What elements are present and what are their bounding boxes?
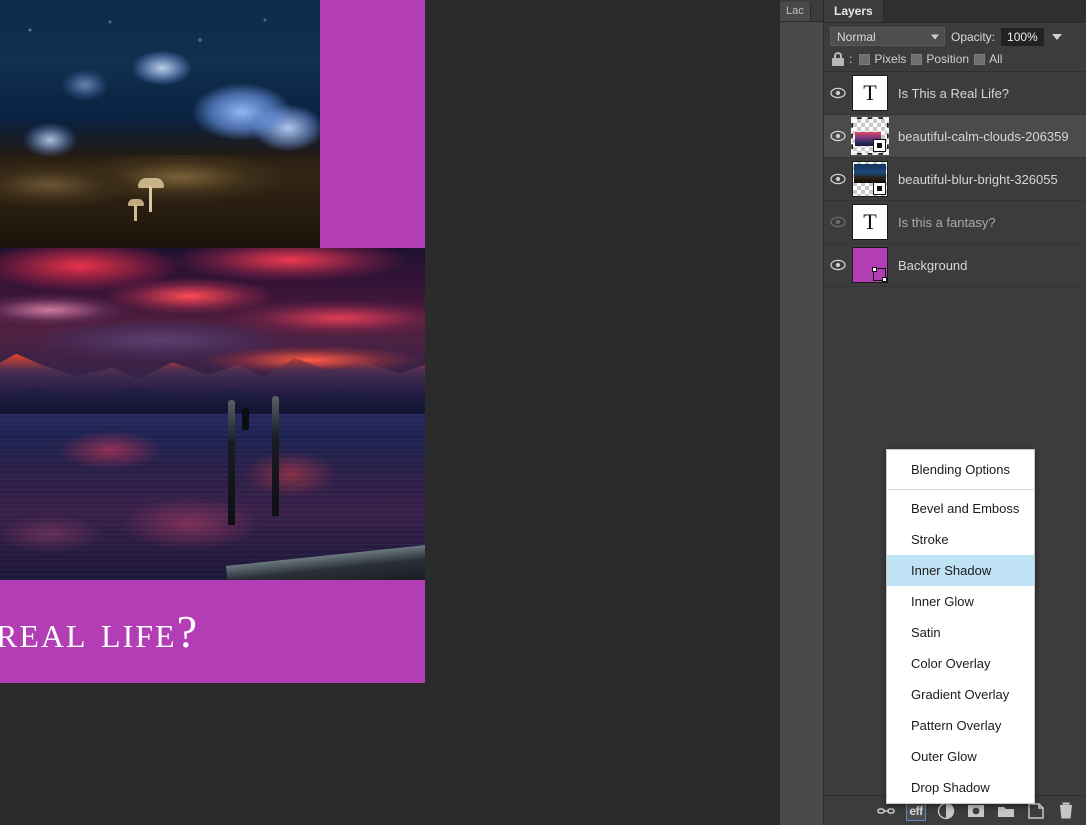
checkbox-icon [911,53,923,65]
opacity-input[interactable]: 100% [1001,27,1044,46]
menu-item-label: Inner Shadow [911,563,992,578]
side-dock-body [780,22,823,825]
person-silhouette [242,408,249,430]
layer-effects-context-menu[interactable]: Blending Options Bevel and Emboss Stroke… [886,449,1035,804]
text-layer-icon: T [863,209,877,234]
dock-post-right [272,396,279,516]
eye-icon[interactable] [824,173,852,185]
blend-mode-row: Normal Opacity: 100% [824,23,1086,50]
opacity-chevron-down-icon[interactable] [1051,33,1062,40]
menu-separator [887,489,1034,490]
menu-item-label: Bevel and Emboss [911,501,1020,516]
layer-mask-icon [873,182,886,195]
dock-post-left [228,400,235,525]
layer-name[interactable]: beautiful-calm-clouds-206359 [898,129,1073,144]
checkbox-icon [974,53,986,65]
photo-editor-window: Real Life? Lac Layers Normal Opacity: 10… [0,0,1086,825]
transform-badge-icon [872,267,887,282]
menu-item-label: Blending Options [911,462,1011,477]
layer-name[interactable]: Is this a fantasy? [898,215,1000,230]
layer-thumbnail[interactable] [852,247,888,283]
lock-position-label: Position [926,52,970,66]
lock-all-label: All [989,52,1003,66]
table-row[interactable]: beautiful-blur-bright-326055 [824,158,1086,201]
table-row[interactable]: T Is This a Real Life? [824,72,1086,115]
tab-layers[interactable]: Layers [824,0,884,22]
layer-thumbnail[interactable] [851,117,889,155]
table-row[interactable]: Background [824,244,1086,287]
menu-item-pattern-overlay[interactable]: Pattern Overlay [887,710,1034,741]
side-dock-panel: Lac [780,0,824,825]
mushroom-small [128,199,144,221]
background-strip-top [320,0,425,250]
forest-ground [0,155,320,250]
layer-list: T Is This a Real Life? beautiful-calm-cl… [824,72,1086,287]
menu-item-label: Drop Shadow [911,780,990,795]
layer-effects-label: eff [909,803,923,818]
layer-thumbnail[interactable] [852,161,888,197]
eye-icon[interactable] [824,87,852,99]
canvas-title-text[interactable]: Real Life? [0,605,199,658]
lock-all-checkbox[interactable]: All [974,52,1002,66]
layer-thumbnail[interactable]: T [852,75,888,111]
menu-item-label: Color Overlay [911,656,991,671]
menu-item-satin[interactable]: Satin [887,617,1034,648]
chevron-down-icon [931,34,939,39]
menu-item-outer-glow[interactable]: Outer Glow [887,741,1034,772]
menu-item-inner-shadow[interactable]: Inner Shadow [887,555,1034,586]
side-dock-tab[interactable]: Lac [780,2,811,21]
blend-mode-select[interactable]: Normal [830,27,945,46]
eye-icon-off[interactable] [824,216,852,228]
lock-colon: : [849,52,853,66]
layer-mask-icon [873,139,886,152]
layer-name[interactable]: Background [898,258,971,273]
image-butterflies-night-forest [0,0,320,250]
eye-icon[interactable] [824,130,852,142]
blend-mode-value: Normal [837,29,876,44]
menu-item-label: Stroke [911,532,949,547]
opacity-label: Opacity: [951,29,996,44]
menu-item-label: Inner Glow [911,594,974,609]
text-layer-icon: T [863,80,877,105]
lock-row: : Pixels Position All [824,50,1086,72]
delete-layer-icon[interactable] [1056,801,1076,821]
layers-panel-tabstrip: Layers [824,0,1086,23]
menu-item-drop-shadow[interactable]: Drop Shadow [887,772,1034,803]
lock-pixels-label: Pixels [874,52,907,66]
menu-item-label: Gradient Overlay [911,687,1010,702]
image-mountain-lake-sunset [0,248,425,580]
table-row[interactable]: T Is this a fantasy? [824,201,1086,244]
document-canvas[interactable]: Real Life? [0,0,425,683]
side-dock-tabstrip: Lac [780,0,823,22]
lock-position-checkbox[interactable]: Position [911,52,969,66]
checkbox-icon [859,53,871,65]
canvas-area[interactable]: Real Life? [0,0,780,825]
menu-item-color-overlay[interactable]: Color Overlay [887,648,1034,679]
layer-name[interactable]: Is This a Real Life? [898,86,1013,101]
title-banner: Real Life? [0,580,425,683]
lock-pixels-checkbox[interactable]: Pixels [859,52,906,66]
menu-item-label: Outer Glow [911,749,977,764]
menu-item-inner-glow[interactable]: Inner Glow [887,586,1034,617]
menu-item-bevel-and-emboss[interactable]: Bevel and Emboss [887,493,1034,524]
layer-thumbnail[interactable]: T [852,204,888,240]
layer-name[interactable]: beautiful-blur-bright-326055 [898,172,1062,187]
table-row[interactable]: beautiful-calm-clouds-206359 [824,115,1086,158]
menu-item-stroke[interactable]: Stroke [887,524,1034,555]
menu-item-gradient-overlay[interactable]: Gradient Overlay [887,679,1034,710]
menu-item-label: Satin [911,625,941,640]
eye-icon[interactable] [824,259,852,271]
lock-icon [832,52,844,66]
menu-item-label: Pattern Overlay [911,718,1002,733]
mushroom-large [138,178,164,212]
menu-item-blending-options[interactable]: Blending Options [887,454,1034,485]
